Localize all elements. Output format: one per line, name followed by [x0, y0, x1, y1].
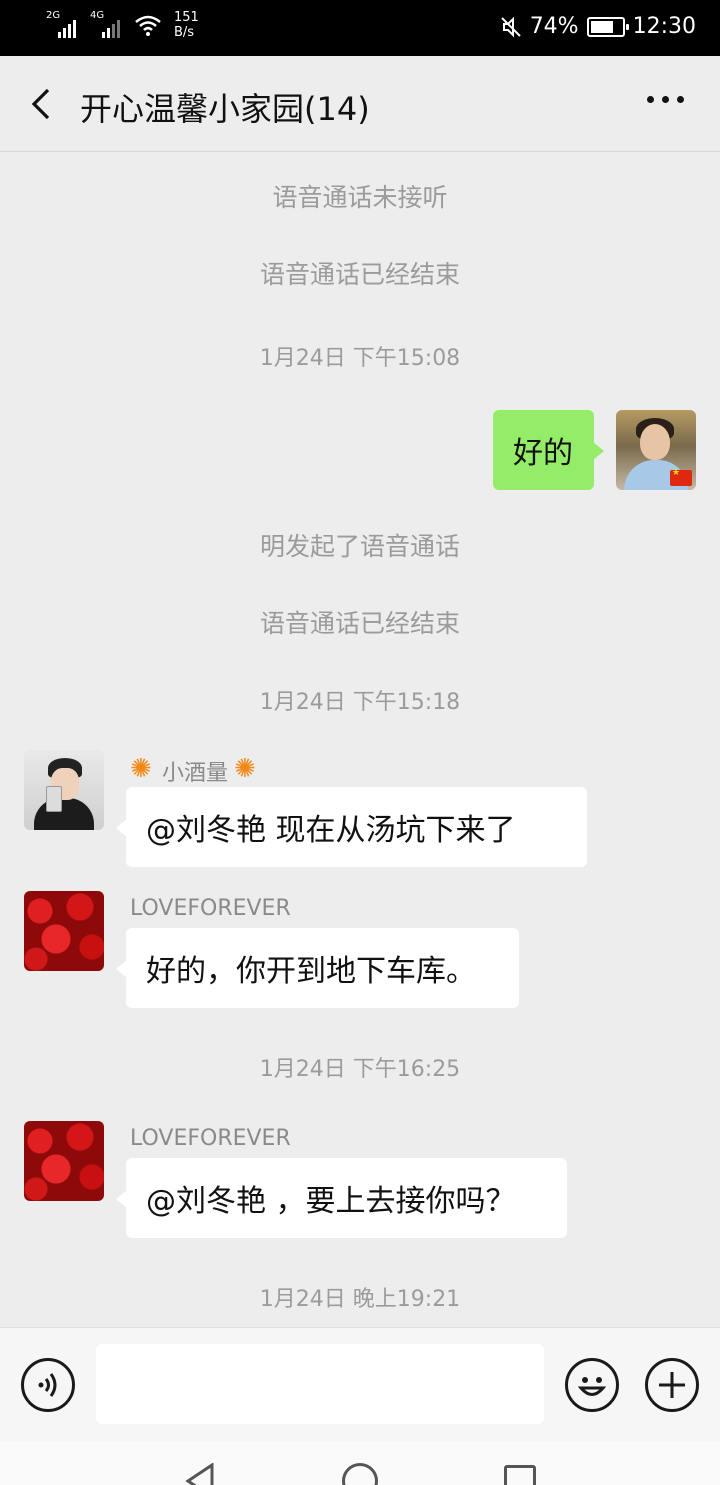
avatar[interactable]: [616, 410, 696, 490]
sender-name: 小酒量: [130, 754, 260, 787]
plus-icon[interactable]: [645, 1358, 699, 1412]
clock: 12:30: [632, 14, 696, 39]
sender-name: LOVEFOREVER: [130, 896, 291, 921]
timestamp: 1月24日 下午15:18: [259, 690, 461, 715]
timestamp: 1月24日 晚上19:21: [259, 1287, 461, 1312]
timestamp: 1月24日 下午16:25: [259, 1057, 461, 1082]
battery-icon: [586, 16, 629, 37]
signal-icon: 4G: [90, 10, 126, 40]
back-arrow-icon[interactable]: [22, 82, 62, 126]
battery-percent: 74%: [529, 14, 579, 39]
chat-header: 开心温馨小家园(14): [0, 56, 720, 152]
system-message: 语音通话未接听: [272, 183, 448, 212]
nav-back-icon[interactable]: [184, 1463, 216, 1485]
battery-fill: [590, 20, 613, 33]
incoming-message-bubble[interactable]: @刘冬艳 ，要上去接你吗？: [116, 1158, 567, 1238]
wifi-icon: [135, 15, 161, 36]
system-message: 语音通话已经结束: [259, 260, 460, 289]
avatar[interactable]: [24, 1121, 104, 1201]
collision-emoji-icon: [234, 754, 260, 784]
voice-icon[interactable]: [21, 1358, 75, 1412]
sender-name: LOVEFOREVER: [130, 1126, 291, 1151]
more-dots-icon[interactable]: [647, 96, 684, 103]
system-message: 明发起了语音通话: [259, 532, 460, 561]
network-speed: 151 B/s: [174, 10, 199, 40]
emoji-icon[interactable]: [565, 1358, 619, 1412]
incoming-message-bubble[interactable]: 好的，你开到地下车库。: [116, 928, 519, 1008]
nav-home-icon[interactable]: [342, 1463, 378, 1485]
message-input[interactable]: [96, 1344, 544, 1424]
signal-icon: 2G: [46, 10, 82, 40]
status-left: 2G 4G 151 B/s: [46, 10, 199, 40]
system-nav-bar: [0, 1441, 720, 1485]
china-flag-icon: [670, 468, 692, 486]
avatar[interactable]: [24, 891, 104, 971]
timestamp: 1月24日 下午15:08: [259, 346, 461, 371]
avatar[interactable]: [24, 750, 104, 830]
mute-icon: [500, 16, 521, 37]
chat-title: 开心温馨小家园(14): [80, 90, 370, 128]
speed-unit: B/s: [174, 25, 195, 40]
sender-name-text: 小酒量: [162, 761, 229, 786]
status-bar: 2G 4G 151 B/s 74% 12:30: [0, 0, 720, 56]
status-right: 74% 12:30: [500, 14, 696, 39]
system-message: 语音通话已经结束: [259, 609, 460, 638]
incoming-message-bubble[interactable]: @刘冬艳 现在从汤坑下来了: [116, 787, 587, 867]
speed-value: 151: [174, 10, 199, 25]
collision-emoji-icon: [130, 754, 156, 784]
outgoing-message-bubble[interactable]: 好的: [493, 410, 604, 490]
nav-recent-icon[interactable]: [504, 1465, 536, 1485]
input-bar: [0, 1327, 720, 1441]
